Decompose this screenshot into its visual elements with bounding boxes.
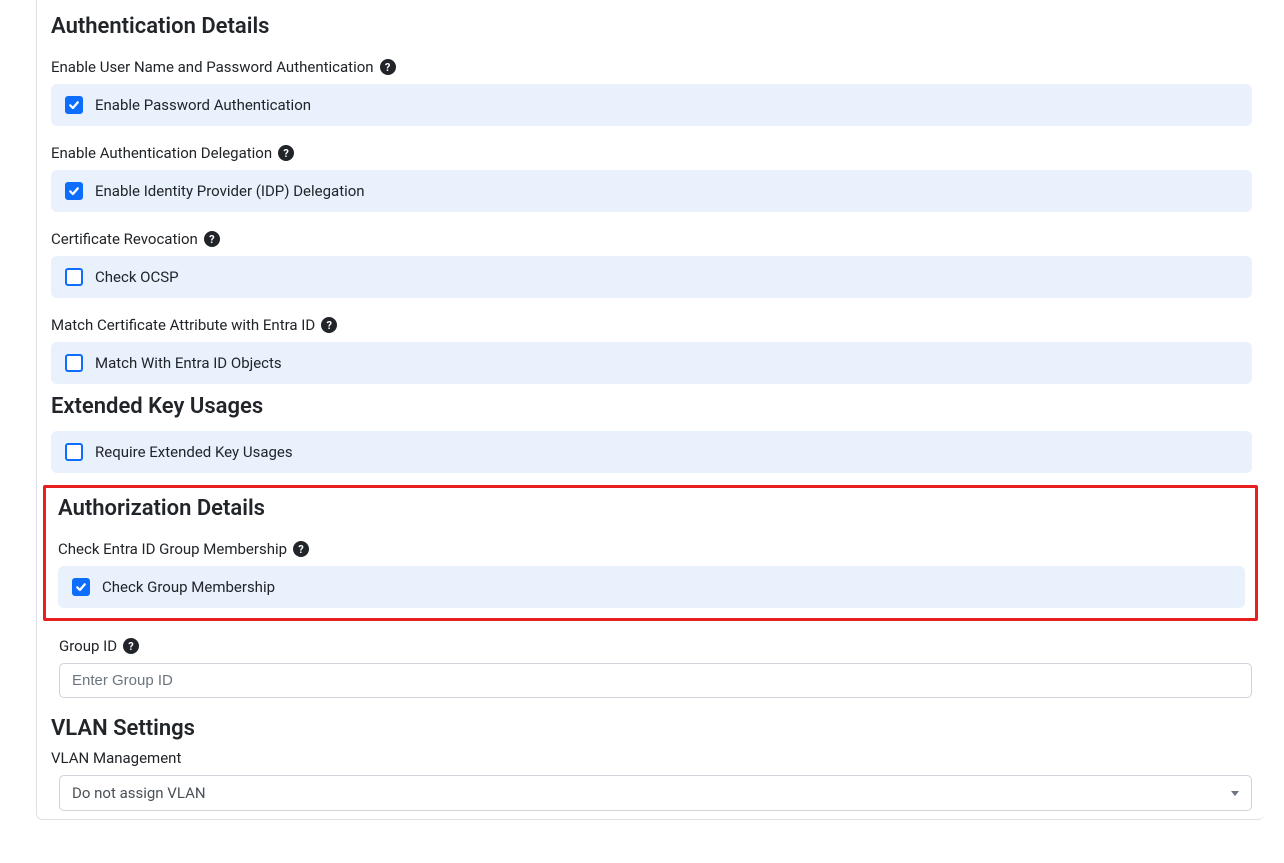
match-entra-id-label: Match With Entra ID Objects	[95, 354, 282, 372]
enable-password-auth-row[interactable]: Enable Password Authentication	[51, 84, 1252, 126]
vlan-management-select[interactable]: Do not assign VLAN	[59, 775, 1252, 811]
check-group-membership-row[interactable]: Check Group Membership	[58, 566, 1245, 608]
enable-username-password-label: Enable User Name and Password Authentica…	[51, 58, 1264, 76]
certificate-revocation-label-text: Certificate Revocation	[51, 230, 198, 248]
check-ocsp-label: Check OCSP	[95, 268, 179, 286]
require-eku-row[interactable]: Require Extended Key Usages	[51, 431, 1252, 473]
enable-auth-delegation-label: Enable Authentication Delegation ?	[51, 144, 1264, 162]
group-id-label: Group ID ?	[59, 637, 1264, 655]
help-icon[interactable]: ?	[278, 145, 294, 161]
match-entra-id-row[interactable]: Match With Entra ID Objects	[51, 342, 1252, 384]
enable-username-password-label-text: Enable User Name and Password Authentica…	[51, 58, 374, 76]
authentication-details-heading: Authentication Details	[51, 14, 1264, 40]
help-icon[interactable]: ?	[321, 317, 337, 333]
authorization-details-heading: Authorization Details	[58, 496, 1251, 522]
vlan-settings-heading: VLAN Settings	[51, 716, 1264, 741]
vlan-management-label: VLAN Management	[51, 749, 1264, 767]
check-ocsp-checkbox[interactable]	[65, 268, 83, 286]
vlan-management-selected: Do not assign VLAN	[72, 784, 206, 802]
match-cert-attr-label-text: Match Certificate Attribute with Entra I…	[51, 316, 315, 334]
match-entra-id-checkbox[interactable]	[65, 354, 83, 372]
enable-password-auth-checkbox[interactable]	[65, 96, 83, 114]
caret-down-icon	[1231, 791, 1239, 796]
check-group-membership-label: Check Group Membership	[102, 578, 275, 596]
check-entra-group-label: Check Entra ID Group Membership ?	[58, 540, 1251, 558]
require-eku-label: Require Extended Key Usages	[95, 443, 293, 461]
help-icon[interactable]: ?	[380, 59, 396, 75]
enable-idp-delegation-row[interactable]: Enable Identity Provider (IDP) Delegatio…	[51, 170, 1252, 212]
enable-idp-delegation-checkbox[interactable]	[65, 182, 83, 200]
help-icon[interactable]: ?	[204, 231, 220, 247]
authorization-details-highlight: Authorization Details Check Entra ID Gro…	[43, 485, 1258, 621]
match-cert-attr-label: Match Certificate Attribute with Entra I…	[51, 316, 1264, 334]
require-eku-checkbox[interactable]	[65, 443, 83, 461]
check-entra-group-label-text: Check Entra ID Group Membership	[58, 540, 287, 558]
help-icon[interactable]: ?	[123, 638, 139, 654]
certificate-revocation-label: Certificate Revocation ?	[51, 230, 1264, 248]
help-icon[interactable]: ?	[293, 541, 309, 557]
check-group-membership-checkbox[interactable]	[72, 578, 90, 596]
extended-key-usages-heading: Extended Key Usages	[51, 394, 1264, 420]
check-ocsp-row[interactable]: Check OCSP	[51, 256, 1252, 298]
enable-password-auth-label: Enable Password Authentication	[95, 96, 311, 114]
group-id-input[interactable]	[59, 663, 1252, 698]
enable-idp-delegation-label: Enable Identity Provider (IDP) Delegatio…	[95, 182, 365, 200]
group-id-label-text: Group ID	[59, 637, 117, 655]
enable-auth-delegation-label-text: Enable Authentication Delegation	[51, 144, 272, 162]
